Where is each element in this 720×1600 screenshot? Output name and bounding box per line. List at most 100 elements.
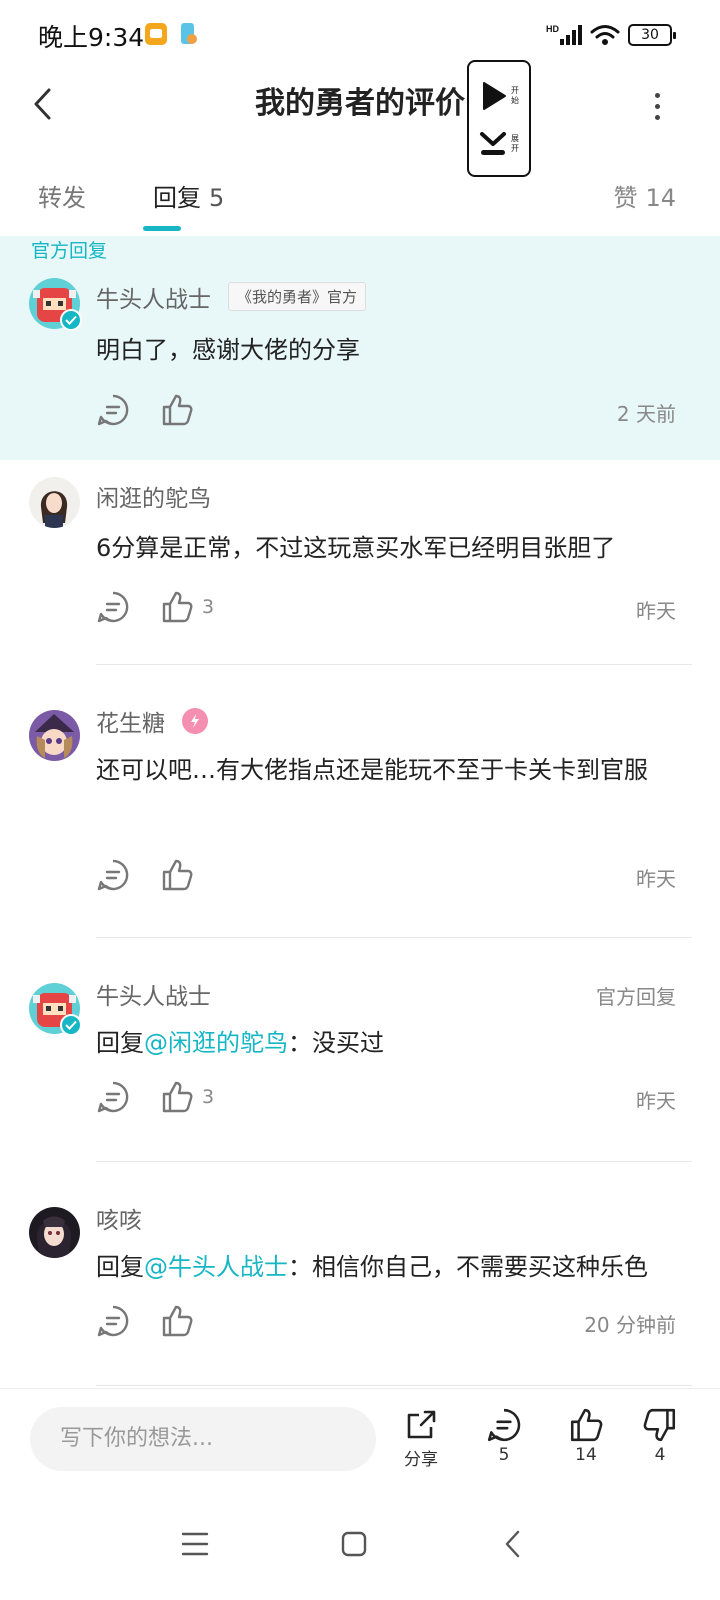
expand-icon xyxy=(480,132,506,155)
notification-app-icon-2 xyxy=(181,23,197,44)
like-post-button[interactable]: 14 xyxy=(556,1407,616,1465)
comment-icon xyxy=(97,1305,129,1337)
thumbs-up-icon xyxy=(162,1305,193,1337)
reply-prefix: 回复 xyxy=(96,1253,144,1281)
divider xyxy=(96,664,692,665)
comment-input[interactable]: 写下你的想法... xyxy=(30,1407,376,1471)
reply-button[interactable] xyxy=(96,590,130,624)
comment-content: 还可以吧…有大佬指点还是能玩不至于卡关卡到官服 xyxy=(96,756,648,784)
thumbs-up-icon xyxy=(162,591,193,623)
comment-icon xyxy=(487,1408,521,1442)
commenter-name[interactable]: 咳咳 xyxy=(96,1201,142,1235)
share-label: 分享 xyxy=(404,1450,438,1470)
avatar[interactable] xyxy=(29,1207,80,1258)
reply-button[interactable] xyxy=(96,1304,130,1338)
avatar[interactable] xyxy=(29,477,80,528)
notification-app-icon xyxy=(145,23,167,45)
divider xyxy=(96,937,692,938)
reply-text: ：相信你自己，不需要买这种乐色 xyxy=(288,1253,648,1281)
status-indicators: HD 30 xyxy=(546,20,676,50)
mention-link[interactable]: @牛头人战士 xyxy=(144,1253,288,1281)
thumbs-down-icon xyxy=(643,1408,676,1442)
back-nav-icon[interactable] xyxy=(503,1530,523,1558)
expand-control[interactable]: 展开 xyxy=(477,122,525,166)
mention-link[interactable]: @闲逛的鸵鸟 xyxy=(144,1029,288,1057)
tab-likes-count: 14 xyxy=(645,184,676,212)
thumbs-up-icon xyxy=(162,1081,193,1113)
commenter-name[interactable]: 牛头人战士 xyxy=(96,280,211,314)
page-title: 我的勇者的评价 xyxy=(255,86,465,121)
share-button[interactable]: 分享 xyxy=(391,1407,451,1470)
verified-badge-icon xyxy=(60,1014,82,1036)
reply-text: ：没买过 xyxy=(288,1029,384,1057)
comment-icon xyxy=(97,591,129,623)
reply-button[interactable] xyxy=(96,1080,130,1114)
like-button[interactable] xyxy=(160,1304,202,1338)
verified-badge-icon xyxy=(60,309,82,331)
likes-count: 14 xyxy=(575,1445,597,1465)
menu-icon[interactable] xyxy=(181,1531,209,1557)
commenter-name[interactable]: 牛头人战士 xyxy=(96,977,211,1011)
start-label: 开始 xyxy=(511,86,519,105)
like-button[interactable]: 3 xyxy=(160,590,214,624)
comment-actions: 3 xyxy=(96,1075,244,1119)
tab-reply-count: 5 xyxy=(209,184,225,212)
reply-button[interactable] xyxy=(96,393,130,427)
official-reply-label: 官方回复 xyxy=(596,985,676,1009)
divider xyxy=(96,1161,692,1162)
thumbs-up-icon xyxy=(162,859,193,891)
divider xyxy=(96,1385,692,1386)
svg-text:HD: HD xyxy=(546,24,559,34)
more-dot-icon xyxy=(654,114,660,120)
comment-icon xyxy=(97,1081,129,1113)
tab-reply[interactable]: 回复 5 xyxy=(153,178,224,213)
thumbs-up-icon xyxy=(162,394,193,426)
official-reply-tag: 官方回复 xyxy=(31,240,108,262)
user-level-badge-icon xyxy=(182,708,208,734)
dislike-post-button[interactable]: 4 xyxy=(630,1407,690,1465)
like-button[interactable] xyxy=(160,858,202,892)
signal-icon: HD xyxy=(546,24,582,45)
like-button[interactable]: 3 xyxy=(160,1080,214,1114)
avatar[interactable] xyxy=(29,983,82,1036)
comment-actions xyxy=(96,853,232,897)
avatar-image xyxy=(29,710,80,761)
tab-active-indicator xyxy=(143,226,181,231)
more-options-button[interactable] xyxy=(642,86,672,126)
commenter-name[interactable]: 花生糖 xyxy=(96,704,165,738)
start-control[interactable]: 开始 xyxy=(477,74,525,118)
comments-button[interactable]: 5 xyxy=(474,1407,534,1465)
reply-button[interactable] xyxy=(96,858,130,892)
tab-reply-label: 回复 xyxy=(153,184,201,212)
status-time: 晚上9:34 xyxy=(38,23,145,52)
avatar[interactable] xyxy=(29,710,80,761)
official-account-badge: 《我的勇者》官方 xyxy=(228,282,367,311)
dislikes-count: 4 xyxy=(654,1445,666,1465)
play-icon xyxy=(483,82,506,110)
expand-label: 展开 xyxy=(511,134,519,153)
tab-likes[interactable]: 赞 14 xyxy=(613,178,676,213)
bottom-action-bar: 写下你的想法... 分享 5 14 4 xyxy=(0,1388,720,1488)
comment-content: 明白了，感谢大佬的分享 xyxy=(96,336,360,364)
comment-time: 20 分钟前 xyxy=(584,1313,676,1337)
comment-actions xyxy=(96,388,232,432)
floating-recorder-widget[interactable]: 开始 展开 xyxy=(467,60,531,177)
reply-prefix: 回复 xyxy=(96,1029,144,1057)
comments-count: 5 xyxy=(498,1445,510,1465)
wifi-icon xyxy=(590,25,620,45)
avatar[interactable] xyxy=(29,278,82,331)
battery-icon: 30 xyxy=(628,24,676,46)
comment-time: 昨天 xyxy=(636,1089,676,1113)
like-count: 3 xyxy=(202,1086,215,1108)
home-icon[interactable] xyxy=(341,1531,367,1557)
comment-content: 回复@闲逛的鸵鸟：没买过 xyxy=(96,1019,686,1067)
header: 我的勇者的评价 xyxy=(0,70,720,140)
comment-icon xyxy=(97,859,129,891)
avatar-image xyxy=(29,1207,80,1258)
tab-likes-label: 赞 xyxy=(613,184,638,212)
like-button[interactable] xyxy=(160,393,202,427)
tab-repost[interactable]: 转发 xyxy=(38,178,86,213)
commenter-name[interactable]: 闲逛的鸵鸟 xyxy=(96,479,211,513)
more-dot-icon xyxy=(654,103,660,109)
comment-actions xyxy=(96,1299,232,1343)
